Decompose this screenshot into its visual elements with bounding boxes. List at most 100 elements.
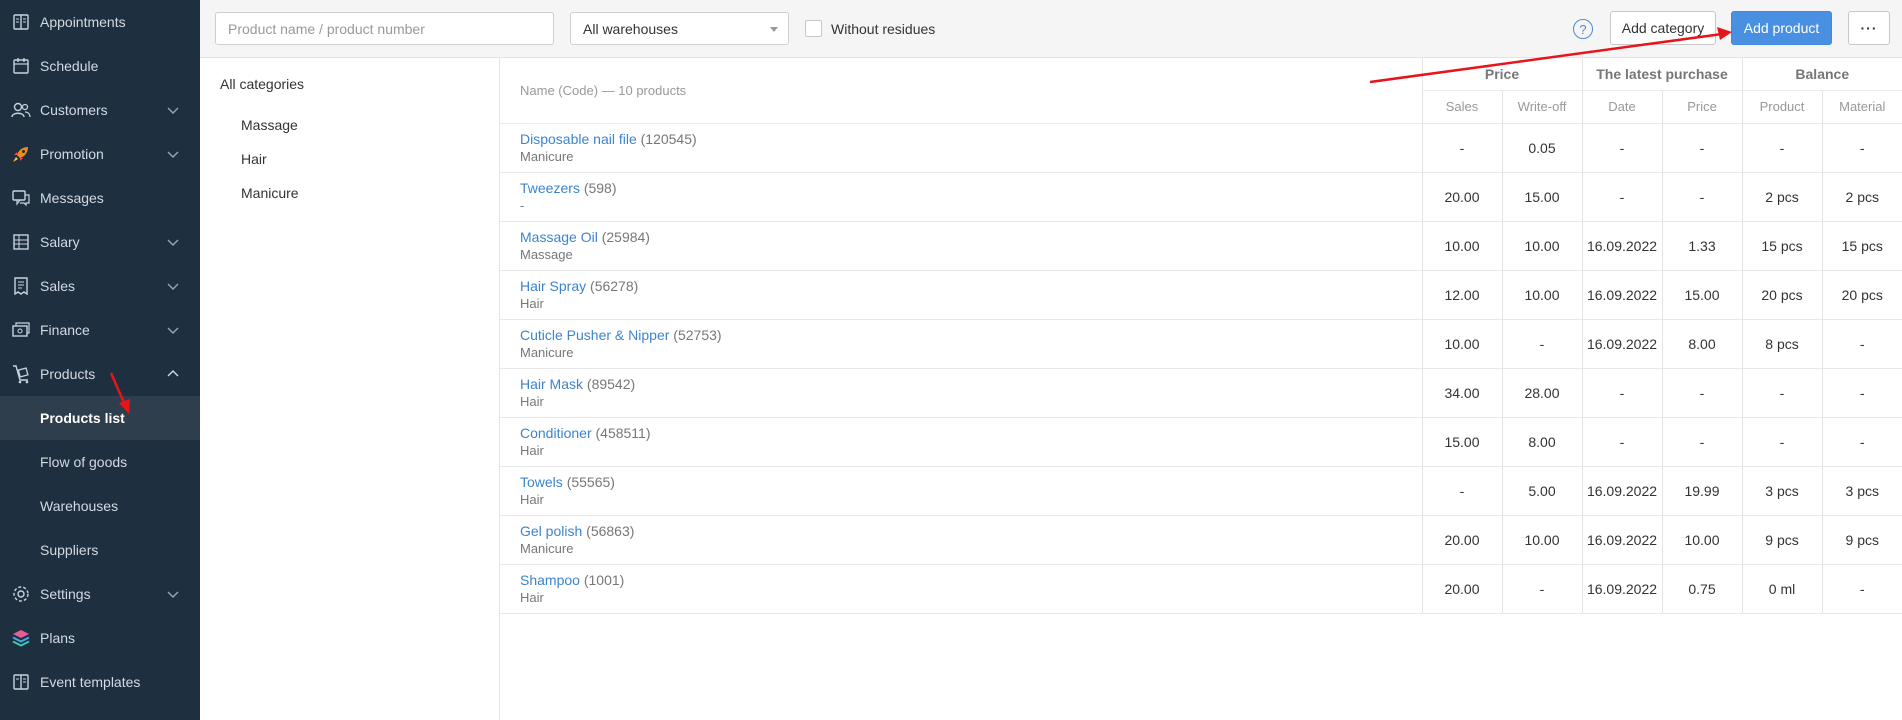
table-row[interactable]: Cuticle Pusher & Nipper (52753) Manicure 1… <box>500 318 1902 368</box>
product-link[interactable]: Hair Spray <box>520 278 586 294</box>
template-icon <box>10 671 32 693</box>
add-category-button[interactable]: Add category <box>1610 11 1716 45</box>
help-icon[interactable]: ? <box>1573 19 1593 39</box>
table-row[interactable]: Shampoo (1001) Hair 20.00-16.09.2022 0.75 0 … <box>500 563 1902 614</box>
product-link[interactable]: Conditioner <box>520 425 592 441</box>
category-massage[interactable]: Massage <box>241 117 298 133</box>
purchase-price-cell: - <box>1661 416 1742 466</box>
product-balance-cell: 20 pcs <box>1741 269 1822 319</box>
material-balance-cell: 15 pcs <box>1821 220 1902 270</box>
sidebar-item-label: Messages <box>40 190 104 206</box>
warehouse-select[interactable]: All warehouses <box>570 12 789 45</box>
search-input[interactable] <box>215 12 554 45</box>
sidebar-item-schedule[interactable]: Schedule <box>0 44 200 88</box>
product-link[interactable]: Cuticle Pusher & Nipper <box>520 327 669 343</box>
product-balance-cell: 3 pcs <box>1741 465 1822 515</box>
product-link[interactable]: Hair Mask <box>520 376 583 392</box>
ledger-icon <box>10 231 32 253</box>
table-row[interactable]: Tweezers (598) -20.00 15.00- -2 pcs 2 pcs <box>500 171 1902 221</box>
product-balance-cell: - <box>1741 122 1822 172</box>
purchase-price-cell: 0.75 <box>1661 563 1742 614</box>
sidebar-item-label: Promotion <box>40 146 104 162</box>
sidebar-item-products[interactable]: Products <box>0 352 200 396</box>
sidebar-subitem-label: Products list <box>40 410 125 426</box>
table-row[interactable]: Hair Mask (89542) Hair 34.00 28.00- - - - <box>500 367 1902 417</box>
table-row[interactable]: Gel polish (56863) Manicure 20.00 10.00 16.0… <box>500 514 1902 564</box>
sidebar-item-label: Finance <box>40 322 90 338</box>
table-row[interactable]: Conditioner (458511) Hair 15.00 8.00- - - - <box>500 416 1902 466</box>
sidebar-item-settings[interactable]: Settings <box>0 572 200 616</box>
product-code: (52753) <box>673 327 722 343</box>
add-product-button[interactable]: Add product <box>1731 11 1832 45</box>
caret-down-icon <box>770 27 778 32</box>
rocket-icon <box>10 143 32 165</box>
purchase-price-cell: - <box>1661 171 1742 221</box>
sidebar-subitem-suppliers[interactable]: Suppliers <box>0 528 200 572</box>
purchase-price-cell: 15.00 <box>1661 269 1742 319</box>
category-all[interactable]: All categories <box>220 76 304 92</box>
sidebar-item-event-templates[interactable]: Event templates <box>0 660 200 704</box>
product-link[interactable]: Towels <box>520 474 563 490</box>
without-residues-toggle[interactable]: Without residues <box>805 20 935 37</box>
sidebar-item-label: Schedule <box>40 58 99 74</box>
sidebar-subitem-warehouses[interactable]: Warehouses <box>0 484 200 528</box>
sidebar-item-finance[interactable]: Finance <box>0 308 200 352</box>
product-link[interactable]: Shampoo <box>520 572 580 588</box>
write-off-cell: - <box>1501 563 1582 614</box>
product-code: (458511) <box>595 425 651 441</box>
chevron-down-icon <box>167 591 179 598</box>
product-link[interactable]: Massage Oil <box>520 229 598 245</box>
material-balance-cell: 2 pcs <box>1821 171 1902 221</box>
sidebar-item-label: Appointments <box>40 14 126 30</box>
gear-icon <box>10 583 32 605</box>
date-cell: - <box>1581 367 1662 417</box>
column-group-latest-purchase: The latest purchase <box>1581 58 1742 91</box>
sales-cell: 20.00 <box>1421 563 1502 614</box>
sidebar-subitem-flow-of-goods[interactable]: Flow of goods <box>0 440 200 484</box>
chevron-down-icon <box>167 283 179 290</box>
sidebar-item-appointments[interactable]: Appointments <box>0 0 200 44</box>
date-cell: 16.09.2022 <box>1581 514 1662 564</box>
sidebar-item-customers[interactable]: Customers <box>0 88 200 132</box>
product-name-cell: Gel polish (56863) Manicure <box>500 514 1422 564</box>
sales-cell: 15.00 <box>1421 416 1502 466</box>
sidebar-item-label: Salary <box>40 234 80 250</box>
product-name-cell: Cuticle Pusher & Nipper (52753) Manicure <box>500 318 1422 368</box>
product-balance-cell: 8 pcs <box>1741 318 1822 368</box>
more-options-button[interactable]: ··· <box>1848 11 1890 45</box>
product-balance-cell: 2 pcs <box>1741 171 1822 221</box>
product-link[interactable]: Gel polish <box>520 523 582 539</box>
product-category: Massage <box>520 247 573 262</box>
product-link[interactable]: Tweezers <box>520 180 580 196</box>
product-name-cell: Hair Mask (89542) Hair <box>500 367 1422 417</box>
sidebar-item-plans[interactable]: Plans <box>0 616 200 660</box>
sidebar-item-messages[interactable]: Messages <box>0 176 200 220</box>
sidebar-item-promotion[interactable]: Promotion <box>0 132 200 176</box>
material-balance-cell: - <box>1821 122 1902 172</box>
money-icon <box>10 319 32 341</box>
sidebar-item-salary[interactable]: Salary <box>0 220 200 264</box>
table-row[interactable]: Disposable nail file (120545) Manicure -0.… <box>500 122 1902 172</box>
sidebar-item-label: Products <box>40 366 96 382</box>
category-manicure[interactable]: Manicure <box>241 185 299 201</box>
sales-cell: 10.00 <box>1421 318 1502 368</box>
products-table-container: Name (Code) — 10 products Price The late… <box>500 58 1902 720</box>
chevron-down-icon <box>167 107 179 114</box>
product-category: Hair <box>520 443 544 458</box>
product-code: (89542) <box>586 376 636 392</box>
sidebar-item-label: Plans <box>40 630 76 646</box>
product-code: (25984) <box>601 229 650 245</box>
sidebar-subitem-label: Suppliers <box>40 542 99 558</box>
table-row[interactable]: Hair Spray (56278) Hair 12.00 10.00 16.09.20… <box>500 269 1902 319</box>
column-header-name: Name (Code) — 10 products <box>500 58 1422 124</box>
date-cell: - <box>1581 171 1662 221</box>
category-hair[interactable]: Hair <box>241 151 267 167</box>
sidebar-subitem-products-list[interactable]: Products list <box>0 396 200 440</box>
sidebar-item-sales[interactable]: Sales <box>0 264 200 308</box>
table-row[interactable]: Towels (55565) Hair -5.00 16.09.2022 19.99 3 … <box>500 465 1902 515</box>
sidebar-subitem-label: Flow of goods <box>40 454 128 470</box>
write-off-cell: 5.00 <box>1501 465 1582 515</box>
product-link[interactable]: Disposable nail file <box>520 131 637 147</box>
without-residues-checkbox[interactable] <box>805 20 822 37</box>
table-row[interactable]: Massage Oil (25984) Massage 10.00 10.00 16.0… <box>500 220 1902 270</box>
